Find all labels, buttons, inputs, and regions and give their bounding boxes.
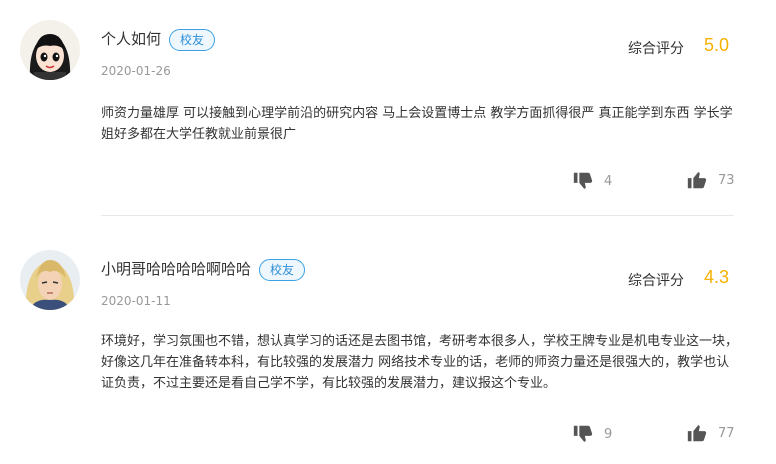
alumni-badge: 校友 <box>259 258 306 281</box>
review-date: 2020-01-11 <box>101 294 171 308</box>
score-label: 综合评分 <box>628 273 684 289</box>
thumbs-up-icon[interactable] <box>686 422 708 444</box>
review-content: 环境好，学习氛围也不错，想认真学习的话还是去图书馆，考研考本很多人，学校王牌专业… <box>101 334 739 391</box>
like-count: 77 <box>718 425 735 441</box>
reviewer-name-text[interactable]: 个人如何 <box>101 30 161 48</box>
review-item: 小明哥哈哈哈哈啊哈哈 校友 2020-01-11 综合评分 4.3 环境好，学习氛… <box>0 232 776 464</box>
thumbs-down-icon[interactable] <box>572 423 594 445</box>
dislike-button[interactable]: 4 <box>572 170 612 192</box>
reviewer-name[interactable]: 小明哥哈哈哈哈啊哈哈 校友 <box>101 258 306 281</box>
review-date: 2020-01-26 <box>101 64 171 78</box>
like-button[interactable]: 73 <box>686 169 735 191</box>
reviewer-name[interactable]: 个人如何 校友 <box>101 28 216 51</box>
dislike-count: 4 <box>604 173 613 189</box>
review-content: 师资力量雄厚 可以接触到心理学前沿的研究内容 马上会设置博士点 教学方面抓得很严… <box>101 106 733 142</box>
thumbs-down-icon[interactable] <box>572 170 594 192</box>
avatar[interactable] <box>20 250 80 310</box>
divider <box>101 215 734 216</box>
like-count: 73 <box>718 172 735 188</box>
thumbs-up-icon[interactable] <box>686 169 708 191</box>
dislike-count: 9 <box>604 426 613 442</box>
score-label: 综合评分 <box>628 41 684 57</box>
avatar[interactable] <box>20 20 80 80</box>
alumni-badge: 校友 <box>169 28 216 51</box>
reviewer-name-text[interactable]: 小明哥哈哈哈哈啊哈哈 <box>101 260 251 278</box>
score-value: 4.3 <box>704 267 730 287</box>
dislike-button[interactable]: 9 <box>572 423 612 445</box>
score-value: 5.0 <box>704 35 730 55</box>
review-item: 个人如何 校友 2020-01-26 综合评分 5.0 师资力量雄厚 可以接触到心… <box>0 0 776 215</box>
like-button[interactable]: 77 <box>686 422 735 444</box>
